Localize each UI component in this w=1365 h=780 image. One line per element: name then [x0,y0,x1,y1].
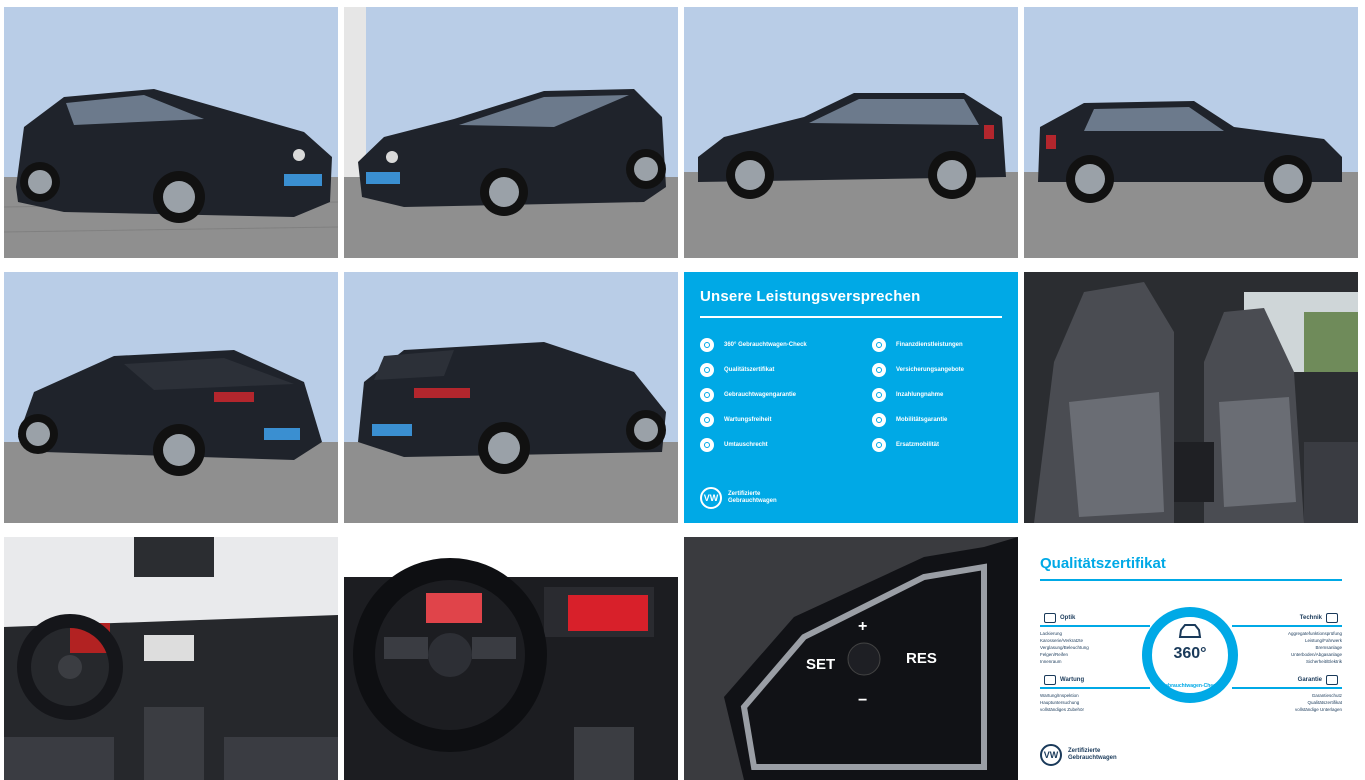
photo-side-right[interactable] [1024,7,1358,258]
wheel-plus-label: + [858,618,867,635]
photo-wheel-buttons[interactable]: SET RES + − [684,537,1018,780]
photo-seats[interactable] [1024,272,1358,523]
quality-card-divider [1040,579,1342,581]
quality-card-footer: VW Zertifizierte Gebrauchtwagen [1040,744,1138,766]
quality-card-title: Qualitätszertifikat [1040,555,1166,572]
promise-list-right: Finanzdienstleistungen Versicherungsange… [872,332,964,457]
promise-list-left: 360° Gebrauchtwagen-Check Qualitätszerti… [700,332,807,457]
quality-section-technik: Technik Aggregatefunktionsprüfung Leistu… [1232,613,1342,665]
photo-side-left[interactable] [684,7,1018,258]
promise-item: Inzahlungnahme [872,382,964,407]
car-icon [872,437,886,452]
promise-item: Wartungsfreiheit [700,407,807,432]
trade-in-icon [872,387,886,402]
photo-rear-right-34[interactable] [344,272,678,523]
exchange-icon [700,437,714,452]
wheel-minus-label: − [858,692,867,709]
shield-check-icon [1326,675,1338,685]
vw-logo-icon: VW [1040,744,1062,766]
car-front-icon [1044,613,1056,623]
certificate-icon [700,362,714,377]
photo-dashboard[interactable] [4,537,338,780]
photo-front-right-34[interactable] [344,7,678,258]
wheel-set-label: SET [806,656,835,673]
car-icon [1178,624,1202,638]
quality-card[interactable]: Qualitätszertifikat Optik Lackierung Kar… [1024,537,1358,780]
check-360-number: 360° [1173,645,1207,662]
promise-card-divider [700,316,1002,318]
engine-icon [1326,613,1338,623]
service-icon [1044,675,1056,685]
promise-card-footer: VW Zertifizierte Gebrauchtwagen [700,487,798,509]
photo-rear-left-34[interactable] [4,272,338,523]
promise-card-title: Unsere Leistungsversprechen [700,288,921,305]
promise-card[interactable]: Unsere Leistungsversprechen 360° Gebrauc… [684,272,1018,523]
check-360-badge: 360° Gebrauchtwagen-Check [1142,607,1238,703]
quality-section-garantie: Garantie Garantieschutz Qualitätszertifi… [1232,675,1342,713]
check-360-ring-text: Gebrauchtwagen-Check [1161,683,1219,689]
shield-icon [700,387,714,402]
promise-item: Qualitätszertifikat [700,357,807,382]
photo-steering-wheel[interactable] [344,537,678,780]
insurance-icon [872,362,886,377]
quality-section-wartung: Wartung Wartung/Inspektion Hauptuntersuc… [1040,675,1150,713]
promise-item: Gebrauchtwagengarantie [700,382,807,407]
promise-item: 360° Gebrauchtwagen-Check [700,332,807,357]
photo-front-left-34[interactable] [4,7,338,258]
vw-logo-icon: VW [700,487,722,509]
wheel-res-label: RES [906,650,937,667]
check-badge-icon [700,337,714,352]
image-gallery-grid: Unsere Leistungsversprechen 360° Gebrauc… [0,0,1365,780]
promise-item: Ersatzmobilität [872,432,964,457]
promise-item: Umtauschrecht [700,432,807,457]
mobility-icon [872,412,886,427]
quality-section-optik: Optik Lackierung Karosserie/Verkratzte V… [1040,613,1150,665]
promise-item: Mobilitätsgarantie [872,407,964,432]
finance-icon [872,337,886,352]
promise-item: Finanzdienstleistungen [872,332,964,357]
promise-item: Versicherungsangebote [872,357,964,382]
wrench-icon [700,412,714,427]
